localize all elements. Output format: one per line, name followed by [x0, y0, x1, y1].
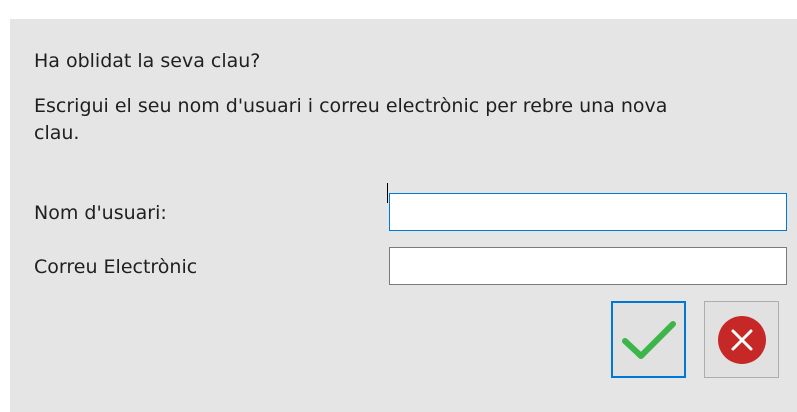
dialog-title: Ha oblidat la seva clau? [34, 50, 261, 72]
confirm-button[interactable] [611, 301, 686, 378]
username-label: Nom d'usuari: [34, 202, 167, 224]
dialog-instructions: Escrigui el seu nom d'usuari i correu el… [34, 95, 668, 144]
close-circle-icon [717, 315, 766, 364]
text-caret [387, 183, 388, 203]
username-input[interactable] [389, 193, 787, 231]
email-input[interactable] [389, 247, 787, 285]
checkmark-icon [621, 320, 676, 359]
forgot-password-dialog: Ha oblidat la seva clau? Escrigui el seu… [10, 19, 797, 412]
email-label: Correu Electrònic [34, 256, 198, 278]
cancel-button[interactable] [704, 301, 779, 378]
